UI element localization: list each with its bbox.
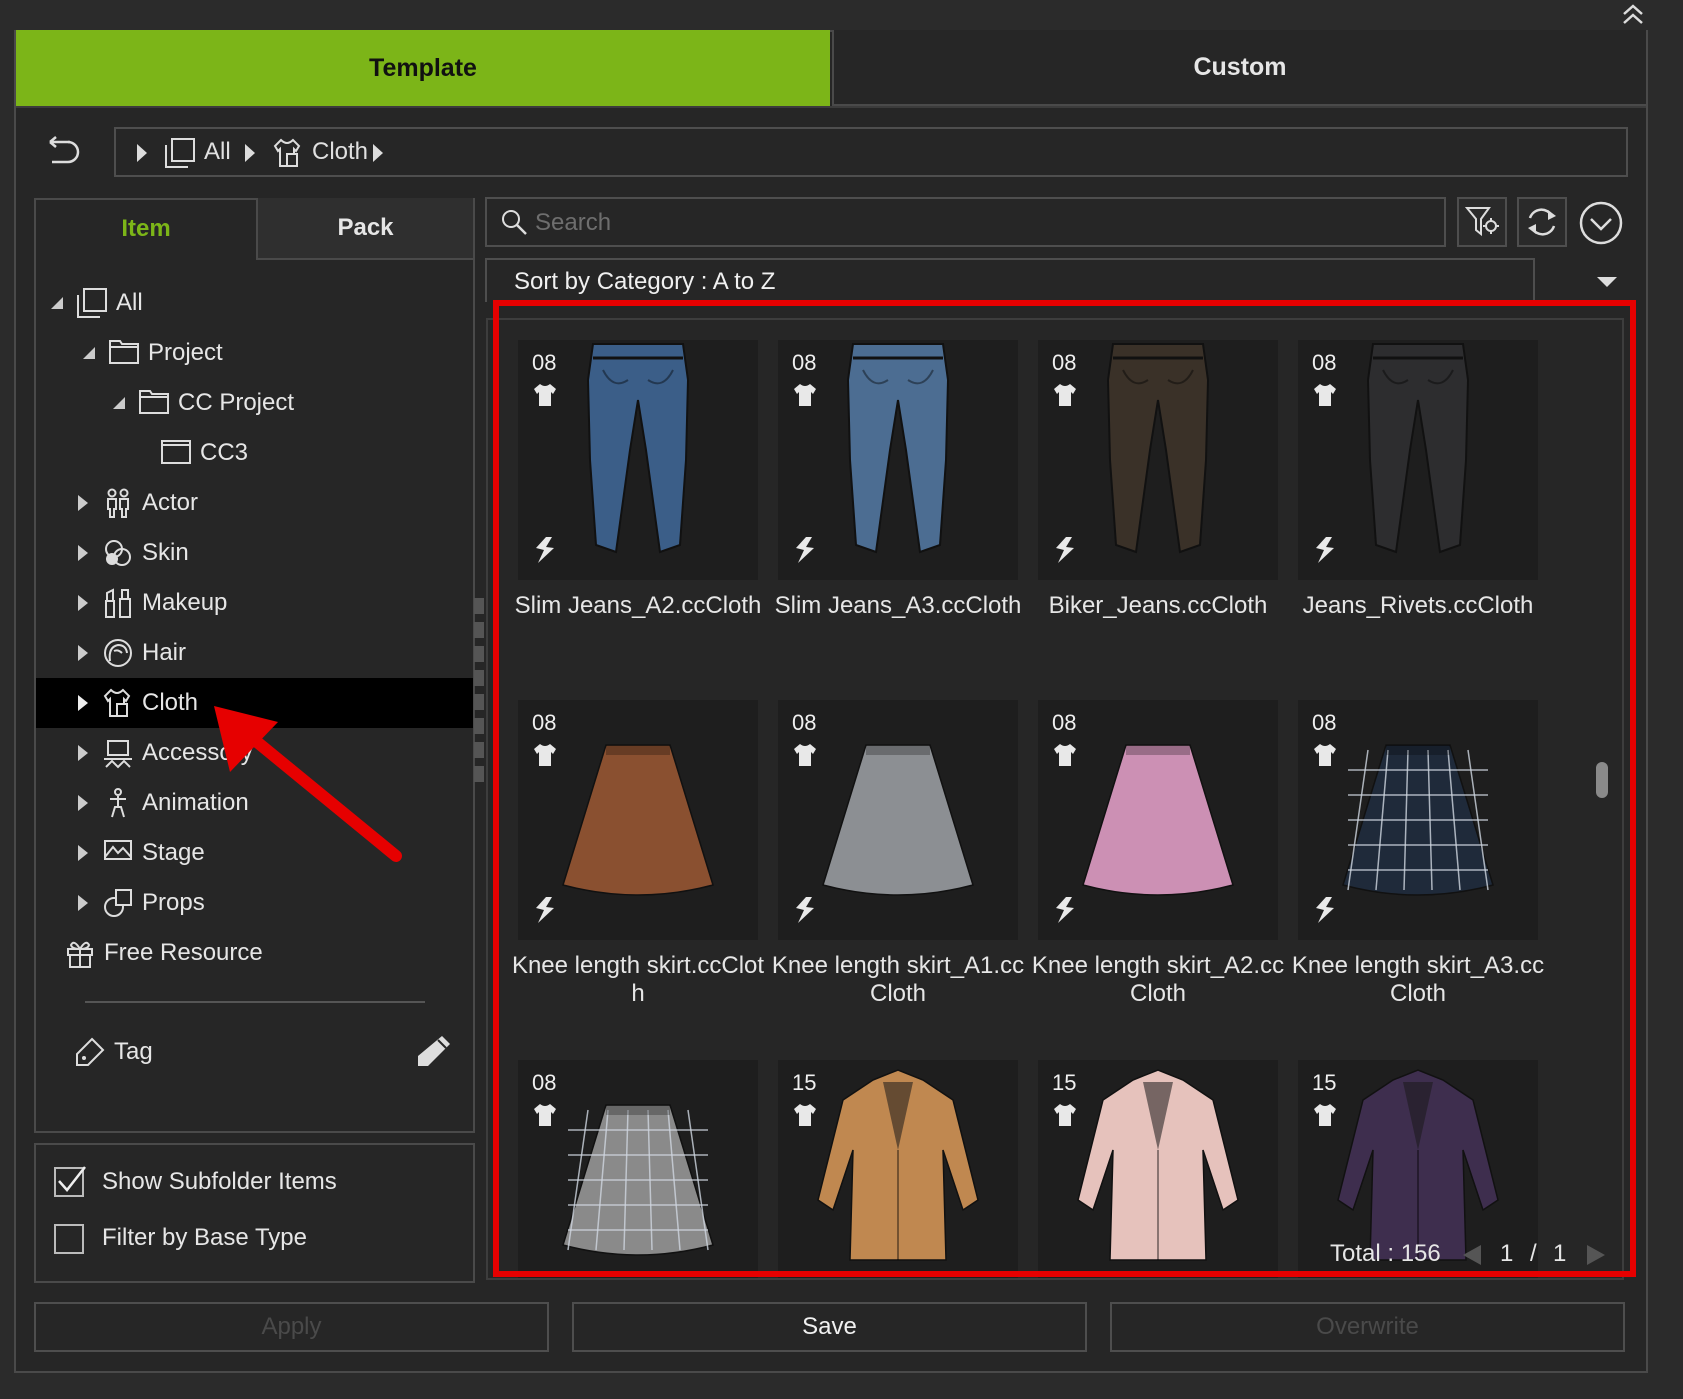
collapsed-arrow-icon[interactable] [72,694,94,712]
checkmark-icon [58,1166,86,1192]
filter-settings-button[interactable] [1457,197,1507,247]
all-folder-icon [76,287,108,319]
chevron-right-icon[interactable] [136,143,148,163]
annotation-arrow [200,700,410,870]
filter-settings-icon [1464,207,1499,237]
tab-custom[interactable]: Custom [832,30,1646,106]
skin-icon [102,537,134,569]
gift-icon [64,937,96,969]
tree-label: CC3 [200,439,249,466]
tree-label: All [116,289,143,316]
cloth-icon [272,137,302,169]
tree-label: Cloth [142,689,199,716]
collapsed-arrow-icon[interactable] [72,844,94,862]
tree-item-cc-project[interactable]: CC Project [36,378,473,428]
collapsed-arrow-icon[interactable] [72,644,94,662]
filter-base-type-checkbox[interactable] [54,1224,84,1254]
current-page: 1 [1500,1240,1514,1267]
breadcrumb-cloth[interactable]: Cloth [312,138,368,166]
page-count: 1 [1553,1240,1567,1267]
total-count: Total : 156 [1330,1240,1441,1267]
tree-label: Hair [142,639,187,666]
makeup-icon [102,587,134,619]
refresh-icon [1528,208,1556,236]
hair-icon [102,637,134,669]
breadcrumb-all[interactable]: All [204,138,231,166]
tree-item-free-resource[interactable]: Free Resource [36,928,473,978]
tree-label: Tag [114,1038,153,1065]
cloth-icon [102,687,134,719]
sort-label: Sort by Category : A to Z [514,268,776,295]
divider [16,106,1646,108]
resize-grip[interactable] [474,598,484,788]
chevron-right-icon[interactable] [372,143,384,163]
tree-label: CC Project [178,389,295,416]
tree-item-cc3[interactable]: CC3 [36,428,473,478]
expanded-arrow-icon[interactable] [46,296,68,310]
collapsed-arrow-icon[interactable] [72,494,94,512]
tree-item-hair[interactable]: Hair [36,628,473,678]
chevron-down-icon[interactable] [1596,276,1618,288]
tree-item-all[interactable]: All [36,278,473,328]
collapsed-arrow-icon[interactable] [72,544,94,562]
tree-item-project[interactable]: Project [36,328,473,378]
tree-label: Project [148,339,223,366]
chevron-right-icon[interactable] [244,143,256,163]
collapse-up-icon[interactable] [1618,2,1648,28]
show-subfolder-checkbox[interactable] [54,1166,86,1197]
tag-icon [74,1036,106,1068]
tab-template[interactable]: Template [16,30,830,106]
expanded-arrow-icon[interactable] [108,396,130,410]
next-page-icon[interactable] [1586,1244,1606,1266]
tree-label: Props [142,889,205,916]
tree-item-tag[interactable]: Tag [74,1027,153,1077]
highlight-frame [493,300,1636,1277]
tree-label: Free Resource [104,939,263,966]
breadcrumb: All Cloth [114,127,1628,177]
actor-icon [102,487,134,519]
back-icon[interactable] [38,134,84,174]
search-input[interactable] [485,197,1446,247]
expanded-arrow-icon[interactable] [78,346,100,360]
props-icon [102,887,134,919]
collapsed-arrow-icon[interactable] [72,744,94,762]
page-separator: / [1530,1240,1537,1267]
show-subfolder-label[interactable]: Show Subfolder Items [102,1168,337,1196]
tree-item-makeup[interactable]: Makeup [36,578,473,628]
overwrite-button[interactable]: Overwrite [1110,1302,1625,1352]
stage-icon [102,837,134,869]
tree-label: Actor [142,489,199,516]
refresh-button[interactable] [1517,197,1567,247]
folder-icon [160,437,192,469]
accessory-icon [102,737,134,769]
tab-pack[interactable]: Pack [256,198,473,260]
tree-item-props[interactable]: Props [36,878,473,928]
tree-label: Stage [142,839,205,866]
save-button[interactable]: Save [572,1302,1087,1352]
tab-item[interactable]: Item [36,198,256,260]
divider [85,1001,425,1003]
dropdown-menu-icon[interactable] [1578,200,1624,246]
all-folder-icon [164,137,196,169]
options-panel [34,1143,475,1283]
filter-base-type-label[interactable]: Filter by Base Type [102,1224,307,1252]
edit-pencil-icon[interactable] [416,1034,452,1068]
tree-item-skin[interactable]: Skin [36,528,473,578]
folder-icon [138,387,170,419]
collapsed-arrow-icon[interactable] [72,794,94,812]
tree-label: Makeup [142,589,228,616]
search-icon [500,208,528,236]
apply-button[interactable]: Apply [34,1302,549,1352]
tree-label: Skin [142,539,189,566]
animation-icon [102,787,134,819]
folder-icon [108,337,140,369]
collapsed-arrow-icon[interactable] [72,894,94,912]
collapsed-arrow-icon[interactable] [72,594,94,612]
tree-item-actor[interactable]: Actor [36,478,473,528]
search-placeholder: Search [535,209,612,236]
prev-page-icon[interactable] [1462,1244,1482,1266]
folder-tree: All Project CC Project CC3 Actor Skin Ma… [36,278,473,978]
